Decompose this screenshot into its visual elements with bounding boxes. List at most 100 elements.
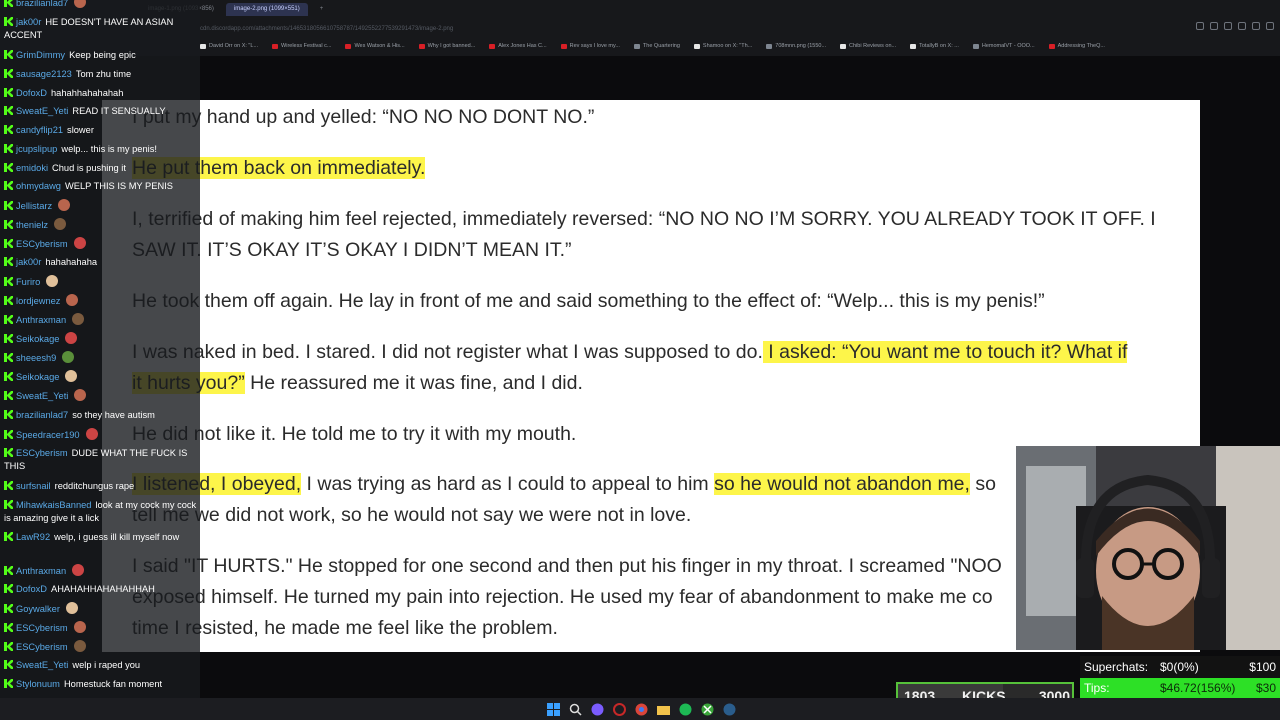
chat-username[interactable]: ESCyberism	[16, 239, 68, 249]
chat-username[interactable]: LawR92	[16, 532, 50, 542]
chat-message: lordjewnez	[4, 294, 198, 308]
bookmark-item[interactable]: Alex Jones Has C...	[489, 40, 547, 52]
support-row: Superchats: $0(0%) $100	[1080, 657, 1280, 677]
bookmark-item[interactable]: Shamoo on X: "Th...	[693, 40, 753, 52]
extensions-icon[interactable]	[1238, 22, 1246, 30]
profile-icon[interactable]	[1252, 22, 1260, 30]
windows-start-icon[interactable]	[545, 701, 561, 717]
chat-username[interactable]: jak00r	[16, 257, 41, 267]
kick-badge-icon	[4, 410, 13, 419]
chat-emote-icon	[66, 294, 79, 306]
chat-text: slower	[67, 125, 94, 135]
kick-badge-icon	[4, 623, 13, 632]
chat-username[interactable]: Goywalker	[16, 604, 60, 614]
bookmark-star-icon[interactable]	[1224, 22, 1232, 30]
chat-username[interactable]: sheeesh9	[16, 353, 56, 363]
chat-message: Anthraxman	[4, 564, 198, 578]
chat-username[interactable]: ESCyberism	[16, 448, 68, 458]
chat-message: ESCyberism	[4, 621, 198, 635]
chat-username[interactable]: Seikokage	[16, 334, 59, 344]
chat-username[interactable]: Seikokage	[16, 372, 59, 382]
chat-username[interactable]: Stylonuum	[16, 679, 60, 689]
chat-username[interactable]: SweatE_Yeti	[16, 660, 68, 670]
taskbar-icons	[545, 701, 737, 717]
bookmark-label: Shamoo on X: "Th...	[702, 43, 753, 49]
chat-username[interactable]: jak00r	[16, 17, 41, 27]
chat-username[interactable]: Furiro	[16, 277, 40, 287]
chat-username[interactable]: ESCyberism	[16, 623, 68, 633]
chat-username[interactable]: ohmydawg	[16, 181, 61, 191]
highlighted-text: I asked: “You want me to touch it? What …	[762, 341, 1128, 363]
chat-username[interactable]: Anthraxman	[16, 315, 66, 325]
chat-username[interactable]: GrimDimmy	[16, 50, 65, 60]
bookmark-item[interactable]: Chibi Reviews on...	[840, 40, 896, 52]
tab-image-2[interactable]: image-2.png (1099×551)	[225, 3, 308, 16]
record-icon[interactable]	[611, 701, 627, 717]
discord-icon[interactable]	[589, 701, 605, 717]
bookmark-item[interactable]: 708mnn.png (1550...	[766, 40, 826, 52]
steam-icon[interactable]	[721, 701, 737, 717]
chat-username[interactable]: DofoxD	[16, 584, 47, 594]
bookmark-item[interactable]: Why I got banned...	[418, 40, 475, 52]
spotify-icon[interactable]	[677, 701, 693, 717]
bookmark-item[interactable]: David Orr on X: "L...	[200, 40, 258, 52]
document-line: I was naked in bed. I stared. I did not …	[132, 341, 1128, 364]
chat-username[interactable]: MihawkaisBanned	[16, 500, 91, 510]
bookmark-label: HemomalVT - OOO...	[981, 43, 1035, 49]
bookmark-label: Wes Watson & His...	[354, 43, 405, 49]
chat-username[interactable]: DofoxD	[16, 88, 47, 98]
chat-text: Keep being epic	[69, 50, 136, 60]
chat-message: Jellistarz	[4, 199, 198, 213]
chat-message: ESCyberism	[4, 237, 198, 251]
chat-username[interactable]: ESCyberism	[16, 642, 68, 652]
chat-message: ESCyberism DUDE WHAT THE FUCK IS THIS	[4, 447, 198, 472]
chat-username[interactable]: jcupslipup	[16, 144, 57, 154]
chat-username[interactable]: SweatE_Yeti	[16, 391, 68, 401]
address-bar[interactable]: cdn.discordapp.com/attachments/146531805…	[200, 22, 1080, 36]
kick-badge-icon	[4, 144, 13, 153]
chat-username[interactable]: Anthraxman	[16, 566, 66, 576]
youtube-icon	[560, 43, 567, 49]
new-tab-button[interactable]: +	[312, 3, 332, 16]
document-line: exposed himself. He turned my pain into …	[132, 586, 993, 609]
bookmark-item[interactable]: Rev says I love my...	[560, 40, 620, 52]
bookmark-label: TotallyB on X: ...	[919, 43, 959, 49]
chat-username[interactable]: Jellistarz	[16, 201, 52, 211]
chat-message: Speedracer190	[4, 428, 198, 442]
chat-username[interactable]: SweatE_Yeti	[16, 106, 68, 116]
document-text: He reassured me it was fine, and I did.	[244, 372, 583, 394]
kick-badge-icon	[4, 220, 13, 229]
chat-username[interactable]: emidoki	[16, 163, 48, 173]
document-text: exposed himself. He turned my pain into …	[132, 586, 993, 608]
chat-username[interactable]: surfsnail	[16, 481, 51, 491]
chrome-icon[interactable]	[633, 701, 649, 717]
search-icon[interactable]	[567, 701, 583, 717]
bookmark-item[interactable]: HemomalVT - OOO...	[972, 40, 1035, 52]
chat-emote-icon	[73, 237, 86, 249]
chat-username[interactable]: sausage2123	[16, 69, 72, 79]
kick-badge-icon	[4, 391, 13, 400]
bookmark-item[interactable]: Wes Watson & His...	[345, 40, 405, 52]
youtube-icon	[418, 43, 425, 49]
chat-text: Homestuck fan moment	[63, 679, 163, 689]
chat-emote-icon	[72, 313, 85, 325]
kick-badge-icon	[4, 17, 13, 26]
xbox-icon[interactable]	[699, 701, 715, 717]
menu-icon[interactable]	[1266, 22, 1274, 30]
bookmark-item[interactable]: The Quartering	[633, 40, 680, 52]
chat-username[interactable]: lordjewnez	[16, 296, 60, 306]
bookmark-label: The Quartering	[642, 43, 680, 49]
bookmark-item[interactable]: Addressing TheQ...	[1048, 40, 1105, 52]
zoom-icon[interactable]	[1196, 22, 1204, 30]
chat-message: Seikokage	[4, 332, 198, 346]
folder-icon[interactable]	[655, 701, 671, 717]
chat-username[interactable]: brazilianlad7	[16, 410, 68, 420]
chat-username[interactable]: candyflip21	[16, 125, 63, 135]
kick-badge-icon	[4, 239, 13, 248]
chat-username[interactable]: Speedracer190	[16, 430, 80, 440]
translate-icon[interactable]	[1210, 22, 1218, 30]
chat-username[interactable]: thenielz	[16, 220, 48, 230]
bookmark-item[interactable]: Wireless Festival c...	[272, 40, 331, 52]
chat-username[interactable]: brazilianlad7	[16, 0, 68, 8]
bookmark-item[interactable]: TotallyB on X: ...	[910, 40, 959, 52]
